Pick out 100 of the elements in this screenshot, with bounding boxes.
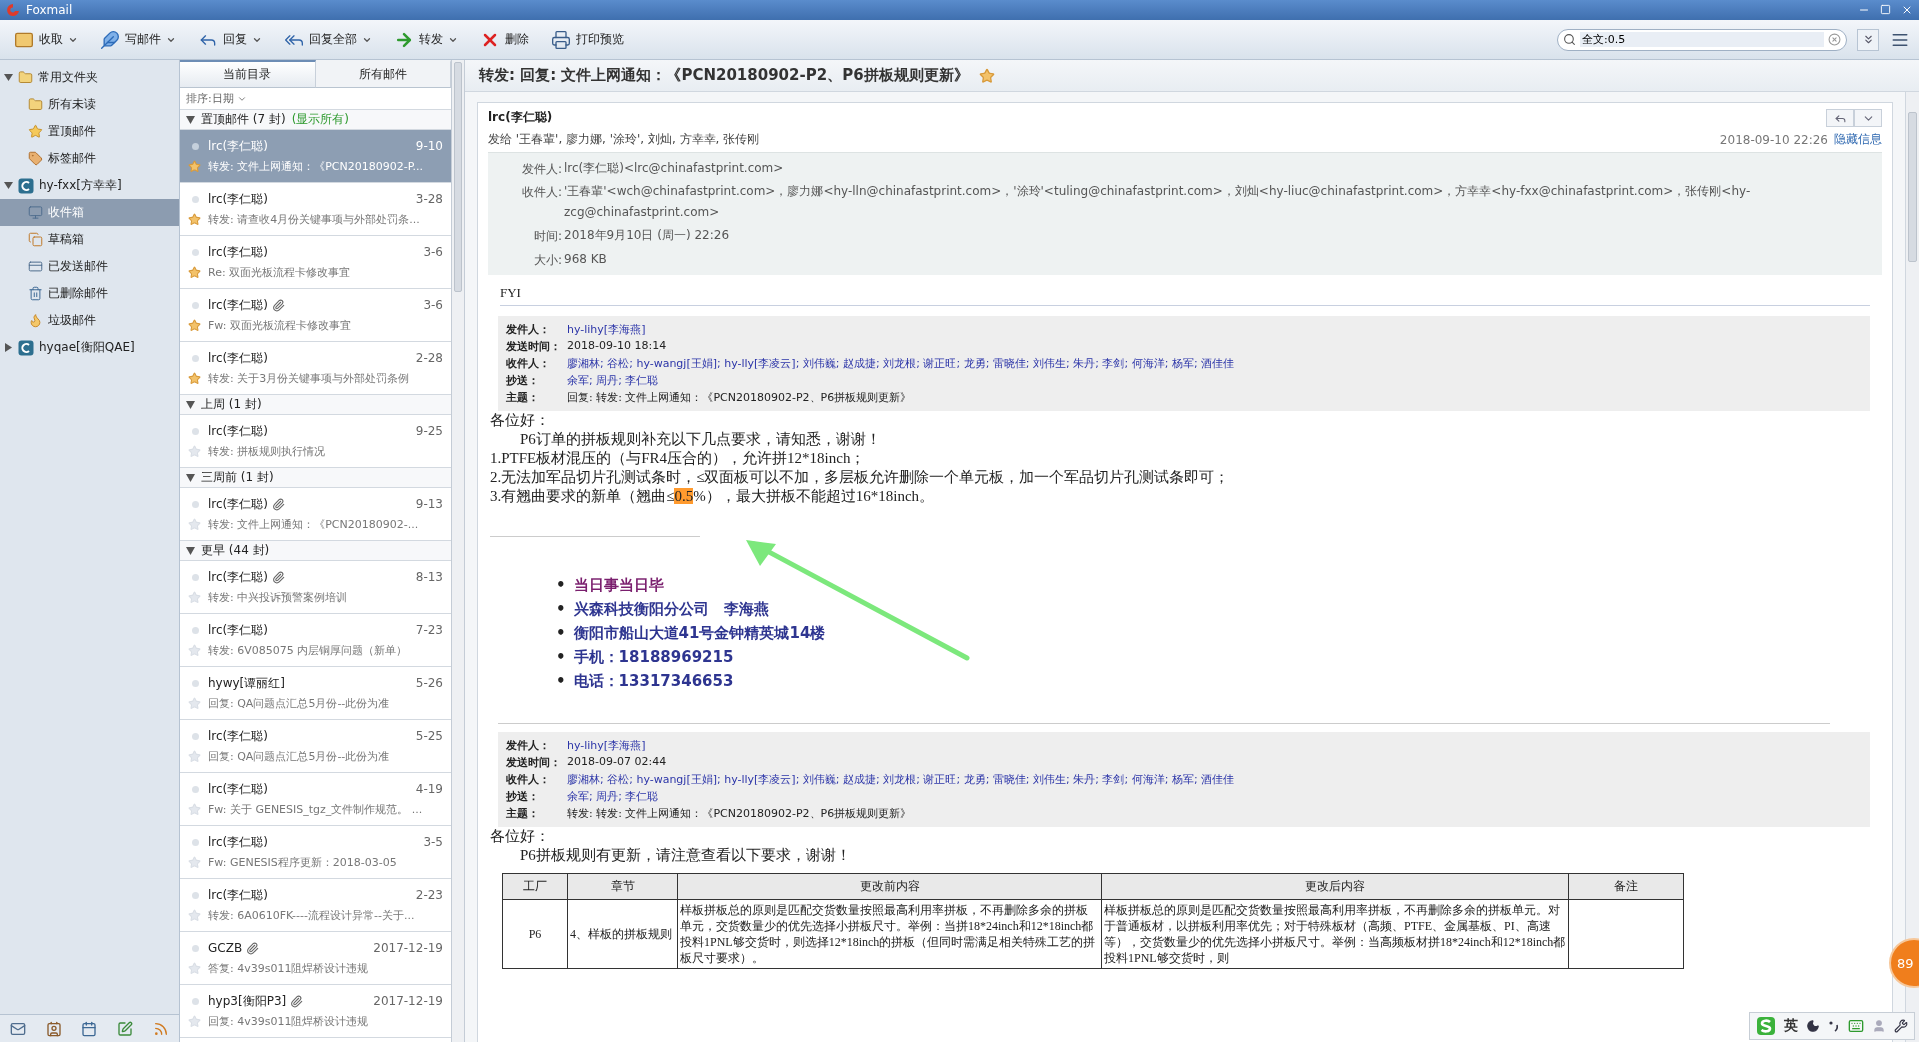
expand-arrow-icon[interactable] — [4, 343, 13, 352]
contact-link[interactable]: hy-lihy[李海燕] — [567, 321, 1862, 337]
wrench-icon[interactable] — [1894, 1019, 1908, 1033]
group-title: 置顶邮件 (7 封) — [201, 111, 286, 128]
collapse-arrow-icon[interactable] — [186, 400, 195, 409]
list-tab[interactable]: 当前目录 — [180, 60, 316, 88]
contact-link[interactable]: hy-lihy[李海燕] — [567, 737, 1862, 753]
rss-icon[interactable] — [153, 1020, 170, 1037]
unread-dot-icon[interactable] — [191, 626, 199, 634]
folder-item[interactable]: hyqae[衡阳QAE] — [0, 334, 179, 361]
toolbar-button[interactable]: 收取 — [8, 25, 84, 54]
group-header[interactable]: 更早 (44 封) — [180, 541, 451, 561]
collapse-arrow-icon[interactable] — [4, 181, 13, 190]
folder-item[interactable]: 置顶邮件 — [0, 118, 179, 145]
group-header[interactable]: 三周前 (1 封) — [180, 468, 451, 488]
detail-value: lrc(李仁聪)<lrc@chinafastprint.com> — [564, 160, 785, 177]
unread-dot-icon[interactable] — [191, 301, 199, 309]
unread-dot-icon[interactable] — [191, 997, 199, 1005]
folder-item[interactable]: 垃圾邮件 — [0, 307, 179, 334]
language-toggle[interactable]: 英 — [1784, 1017, 1798, 1035]
list-tab[interactable]: 所有邮件 — [315, 60, 451, 88]
reply-button[interactable] — [1826, 109, 1854, 127]
maximize-icon[interactable] — [1880, 4, 1891, 15]
unread-dot-icon[interactable] — [191, 891, 199, 899]
star-icon[interactable] — [978, 67, 995, 84]
unread-dot-icon[interactable] — [191, 732, 199, 740]
message-sender: hywy[谭丽红] — [208, 674, 285, 692]
star-icon[interactable] — [188, 318, 201, 332]
sort-dropdown[interactable]: 排序:日期 — [186, 91, 247, 106]
message-subject: 答复: 4v39s011阻焊桥设计违规 — [208, 960, 369, 976]
input-method-logo-icon[interactable] — [1756, 1016, 1776, 1036]
unread-dot-icon[interactable] — [191, 500, 199, 508]
contact-link[interactable]: 余军; 周丹; 李仁聪 — [567, 788, 1862, 804]
group-title: 更早 (44 封) — [201, 542, 270, 559]
toolbar-button[interactable]: 打印预览 — [545, 25, 630, 54]
toolbar-button[interactable]: 回复全部 — [278, 25, 378, 54]
contact-link[interactable]: 廖湘林; 谷松; hy-wangj[王娟]; hy-lly[李凌云]; 刘伟巍; 赵成捷; 刘龙根; 谢正旺; 龙勇; 雷晓佳; 刘伟生; 朱丹; 李剑; 何海洋; 杨军; 酒佳佳 — [567, 771, 1862, 787]
show-all-link[interactable]: (显示所有) — [291, 111, 349, 128]
message-sender: lrc(李仁聪) — [208, 422, 268, 440]
unread-dot-icon[interactable] — [191, 679, 199, 687]
unread-dot-icon[interactable] — [191, 785, 199, 793]
message-subject: Fw: GENESIS程序更新：2018-03-05 — [208, 854, 397, 870]
toolbar-button[interactable]: 回复 — [192, 25, 268, 54]
clear-icon[interactable] — [1828, 33, 1841, 46]
folder-item[interactable]: 常用文件夹 — [0, 64, 179, 91]
unread-dot-icon[interactable] — [191, 838, 199, 846]
more-button[interactable] — [1854, 109, 1882, 127]
contacts-icon[interactable] — [45, 1020, 62, 1037]
punctuation-icon[interactable] — [1828, 1019, 1840, 1033]
collapse-arrow-icon[interactable] — [186, 115, 195, 124]
unread-dot-icon[interactable] — [191, 354, 199, 362]
folder-item[interactable]: hy-fxx[方幸幸] — [0, 172, 179, 199]
message-date: 3-5 — [423, 835, 443, 849]
body-text: P6订单的拼板规则补充以下几点要求，请知悉，谢谢！ — [519, 429, 882, 449]
body-text: 1.PTFE板材混压的（与FR4压合的），允许拼12*18inch； — [490, 448, 867, 468]
contact-link[interactable]: 廖湘林; 谷松; hy-wangj[王娟]; hy-lly[李凌云]; 刘伟巍; 赵成捷; 刘龙根; 谢正旺; 龙勇; 雷晓佳; 刘伟生; 朱丹; 李剑; 何海洋; 杨军; 酒佳佳 — [567, 355, 1862, 371]
star-icon[interactable] — [188, 212, 201, 226]
search-options-button[interactable] — [1857, 28, 1879, 51]
toolbar-button[interactable]: 写邮件 — [94, 25, 182, 54]
collapse-arrow-icon[interactable] — [186, 546, 195, 555]
unread-dot-icon[interactable] — [191, 248, 199, 256]
collapse-arrow-icon[interactable] — [186, 473, 195, 482]
star-icon[interactable] — [188, 265, 201, 279]
search-field[interactable]: 全文:0.5 — [1557, 28, 1847, 51]
note-icon[interactable] — [117, 1020, 134, 1037]
unread-dot-icon[interactable] — [191, 573, 199, 581]
group-header[interactable]: 上周 (1 封) — [180, 395, 451, 415]
toolbar-button[interactable]: 删除 — [474, 25, 535, 54]
unread-dot-icon[interactable] — [191, 195, 199, 203]
unread-dot-icon[interactable] — [191, 427, 199, 435]
mail-icon[interactable] — [9, 1020, 26, 1037]
folder-item[interactable]: 草稿箱 — [0, 226, 179, 253]
message-subject: 转发: 6A0610FK----流程设计异常--关于... — [208, 907, 415, 923]
unread-dot-icon[interactable] — [191, 944, 199, 952]
folder-item[interactable]: 所有未读 — [0, 91, 179, 118]
star-icon[interactable] — [188, 159, 201, 173]
folder-item[interactable]: 已发送邮件 — [0, 253, 179, 280]
hide-info-link[interactable]: 隐藏信息 — [1834, 131, 1882, 148]
moon-icon[interactable] — [1806, 1019, 1820, 1033]
message-sender: lrc(李仁聪) — [208, 495, 268, 513]
quote-label: 收件人： — [506, 771, 551, 787]
folder-item[interactable]: 已删除邮件 — [0, 280, 179, 307]
message-date: 2017-12-19 — [373, 994, 443, 1008]
calendar-icon[interactable] — [81, 1020, 98, 1037]
folder-item[interactable]: 标签邮件 — [0, 145, 179, 172]
message-date: 2-23 — [415, 888, 443, 902]
group-header[interactable]: 置顶邮件 (7 封) (显示所有) — [180, 110, 451, 130]
toolbar-button[interactable]: 转发 — [388, 25, 464, 54]
signature-line: 手机：18188969215 — [573, 646, 734, 668]
contact-link[interactable]: 余军; 周丹; 李仁聪 — [567, 372, 1862, 388]
keyboard-icon[interactable] — [1848, 1018, 1864, 1034]
scrollbar[interactable] — [452, 60, 465, 1042]
close-icon[interactable] — [1901, 4, 1913, 16]
star-icon[interactable] — [188, 371, 201, 385]
unread-dot-icon[interactable] — [191, 142, 199, 150]
search-icon — [1563, 33, 1576, 46]
collapse-arrow-icon[interactable] — [4, 73, 13, 82]
user-icon[interactable] — [1872, 1019, 1886, 1033]
message-subject: 转发: 请查收4月份关键事项与外部处罚条... — [208, 211, 420, 227]
bullet: • — [556, 622, 566, 644]
